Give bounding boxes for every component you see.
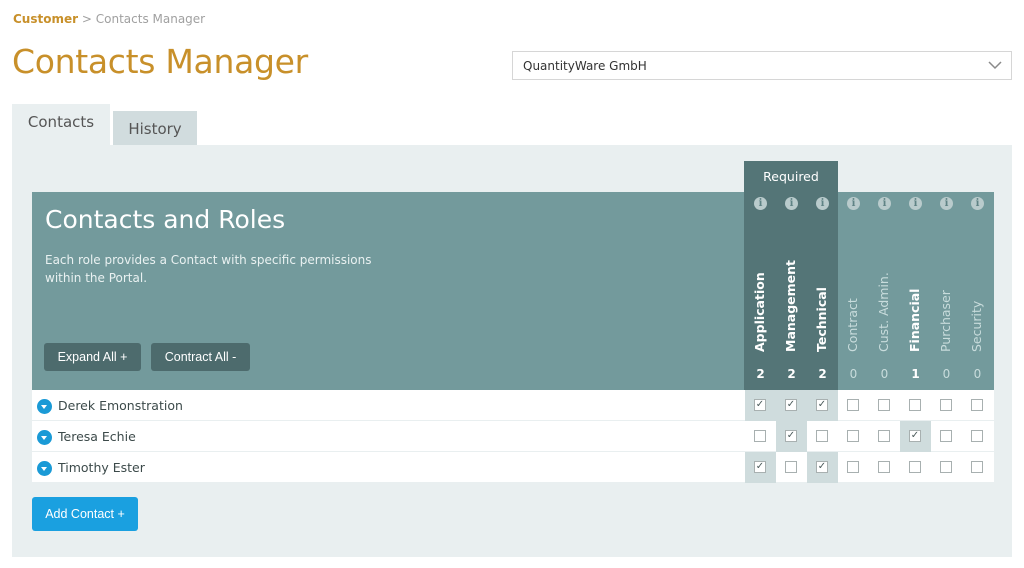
- role-checkbox[interactable]: ✓: [785, 399, 797, 411]
- role-count: 0: [849, 367, 858, 381]
- role-checkbox[interactable]: [816, 430, 828, 442]
- role-header-application: Application: [752, 272, 767, 352]
- role-count: 0: [973, 367, 982, 381]
- info-icon[interactable]: i: [940, 197, 953, 210]
- chevron-down-icon: [988, 61, 1002, 70]
- info-icon[interactable]: i: [785, 197, 798, 210]
- role-checkbox[interactable]: ✓: [754, 399, 766, 411]
- role-checkbox[interactable]: ✓: [754, 461, 766, 473]
- role-header-purchaser: Purchaser: [938, 290, 953, 352]
- role-checkbox[interactable]: [940, 399, 952, 411]
- role-header-contract: Contract: [845, 298, 860, 352]
- info-icon[interactable]: i: [909, 197, 922, 210]
- info-icon[interactable]: i: [816, 197, 829, 210]
- role-checkbox[interactable]: [878, 461, 890, 473]
- role-checkbox[interactable]: [847, 399, 859, 411]
- role-header-management: Management: [783, 259, 798, 352]
- section-title: Contacts and Roles: [45, 205, 286, 234]
- role-checkbox[interactable]: [909, 399, 921, 411]
- contact-name[interactable]: Derek Emonstration: [58, 398, 183, 413]
- role-checkbox[interactable]: [971, 461, 983, 473]
- role-header-cust-admin: Cust. Admin.: [876, 272, 891, 352]
- role-checkbox[interactable]: ✓: [785, 430, 797, 442]
- role-checkbox[interactable]: [847, 461, 859, 473]
- info-icon[interactable]: i: [754, 197, 767, 210]
- company-select-value: QuantityWare GmbH: [523, 59, 647, 73]
- role-checkbox[interactable]: ✓: [909, 430, 921, 442]
- contact-name[interactable]: Teresa Echie: [58, 429, 136, 444]
- tab-history[interactable]: History: [113, 111, 197, 145]
- tab-contacts[interactable]: Contacts: [12, 104, 110, 146]
- required-label: Required: [763, 169, 819, 184]
- breadcrumb-current: Contacts Manager: [95, 12, 206, 26]
- role-checkbox[interactable]: ✓: [816, 399, 828, 411]
- role-checkbox[interactable]: [878, 399, 890, 411]
- expand-all-button[interactable]: Expand All +: [44, 343, 141, 371]
- role-count: 0: [880, 367, 889, 381]
- expand-contact-icon[interactable]: [37, 399, 52, 414]
- role-checkbox[interactable]: [940, 461, 952, 473]
- company-select[interactable]: QuantityWare GmbH: [512, 51, 1012, 80]
- role-count: 2: [756, 367, 765, 381]
- role-checkbox[interactable]: [785, 461, 797, 473]
- contract-all-button[interactable]: Contract All -: [151, 343, 250, 371]
- role-checkbox[interactable]: [847, 430, 859, 442]
- breadcrumb-customer-link[interactable]: Customer: [13, 12, 78, 26]
- role-checkbox[interactable]: [909, 461, 921, 473]
- breadcrumb-separator: >: [81, 12, 92, 26]
- info-icon[interactable]: i: [847, 197, 860, 210]
- page-title: Contacts Manager: [12, 42, 308, 81]
- role-header-financial: Financial: [907, 288, 922, 352]
- role-count: 2: [787, 367, 796, 381]
- role-checkbox[interactable]: ✓: [816, 461, 828, 473]
- role-header-security: Security: [969, 300, 984, 352]
- role-header-technical: Technical: [814, 287, 829, 352]
- role-count: 1: [911, 367, 920, 381]
- add-contact-button[interactable]: Add Contact +: [32, 497, 138, 531]
- breadcrumb: Customer > Contacts Manager: [13, 12, 205, 26]
- role-checkbox[interactable]: [940, 430, 952, 442]
- contact-name[interactable]: Timothy Ester: [58, 460, 145, 475]
- role-count: 0: [942, 367, 951, 381]
- info-icon[interactable]: i: [971, 197, 984, 210]
- section-description: Each role provides a Contact with specif…: [45, 253, 372, 285]
- role-checkbox[interactable]: [878, 430, 890, 442]
- role-checkbox[interactable]: [971, 399, 983, 411]
- expand-contact-icon[interactable]: [37, 430, 52, 445]
- role-count: 2: [818, 367, 827, 381]
- role-checkbox[interactable]: [754, 430, 766, 442]
- info-icon[interactable]: i: [878, 197, 891, 210]
- role-checkbox[interactable]: [971, 430, 983, 442]
- expand-contact-icon[interactable]: [37, 461, 52, 476]
